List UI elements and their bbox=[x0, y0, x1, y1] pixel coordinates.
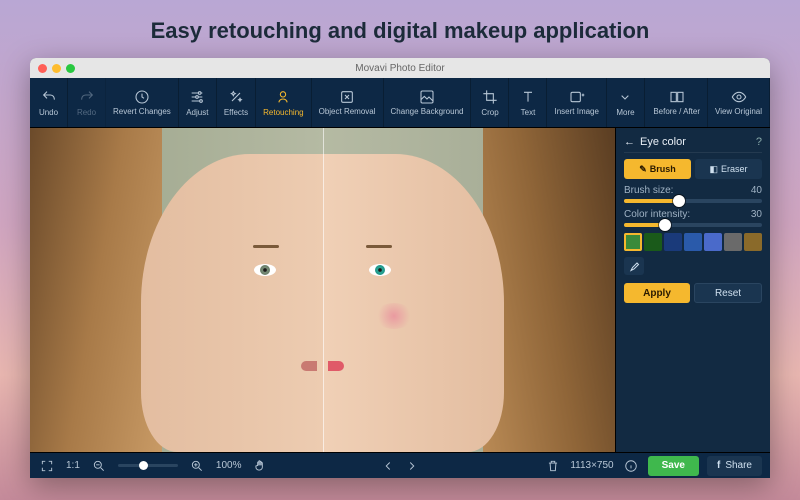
more-icon bbox=[617, 89, 633, 105]
delete-button[interactable] bbox=[544, 457, 562, 475]
zoom-out-button[interactable] bbox=[90, 457, 108, 475]
eyedropper-button[interactable] bbox=[624, 257, 644, 275]
crop-button[interactable]: Crop bbox=[471, 78, 509, 127]
swatch-0[interactable] bbox=[624, 233, 642, 251]
color-swatches bbox=[624, 233, 762, 251]
undo-button[interactable]: Undo bbox=[30, 78, 68, 127]
before-after-icon bbox=[669, 89, 685, 105]
text-label: Text bbox=[521, 108, 536, 117]
intensity-label: Color intensity: bbox=[624, 209, 690, 220]
effects-icon bbox=[228, 89, 244, 105]
before-after-button[interactable]: Before / After bbox=[646, 78, 708, 127]
status-bar: 1:1 100% 1113×750 Save f Share bbox=[30, 452, 770, 478]
app-window: Movavi Photo Editor Undo Redo Revert Cha… bbox=[30, 58, 770, 478]
crop-label: Crop bbox=[481, 108, 498, 117]
zoom-in-button[interactable] bbox=[188, 457, 206, 475]
back-icon[interactable]: ← bbox=[624, 136, 635, 148]
revert-label: Revert Changes bbox=[113, 108, 171, 116]
intensity-slider[interactable] bbox=[624, 223, 762, 227]
adjust-button[interactable]: Adjust bbox=[179, 78, 217, 127]
swatch-3[interactable] bbox=[684, 233, 702, 251]
intensity-value: 30 bbox=[751, 209, 762, 220]
apply-button[interactable]: Apply bbox=[624, 283, 690, 303]
save-button[interactable]: Save bbox=[648, 456, 699, 476]
effects-button[interactable]: Effects bbox=[217, 78, 256, 127]
revert-button[interactable]: Revert Changes bbox=[106, 78, 179, 127]
swatch-4[interactable] bbox=[704, 233, 722, 251]
next-button[interactable] bbox=[403, 457, 421, 475]
insert-image-button[interactable]: Insert Image bbox=[547, 78, 606, 127]
brush-size-label: Brush size: bbox=[624, 185, 673, 196]
pan-button[interactable] bbox=[251, 457, 269, 475]
view-original-label: View Original bbox=[715, 108, 762, 116]
zoom-value: 100% bbox=[216, 460, 242, 471]
retouching-button[interactable]: Retouching bbox=[256, 78, 311, 127]
brush-tab-label: Brush bbox=[650, 164, 676, 174]
view-original-button[interactable]: View Original bbox=[708, 78, 770, 127]
adjust-icon bbox=[189, 89, 205, 105]
object-removal-icon bbox=[339, 89, 355, 105]
window-title: Movavi Photo Editor bbox=[30, 63, 770, 74]
info-button[interactable] bbox=[622, 457, 640, 475]
brush-tab[interactable]: ✎ Brush bbox=[624, 159, 691, 179]
object-removal-label: Object Removal bbox=[319, 108, 376, 116]
retouching-icon bbox=[275, 89, 291, 105]
insert-image-label: Insert Image bbox=[554, 108, 598, 116]
share-label: Share bbox=[725, 460, 752, 471]
redo-button[interactable]: Redo bbox=[68, 78, 106, 127]
crop-icon bbox=[482, 89, 498, 105]
object-removal-button[interactable]: Object Removal bbox=[312, 78, 384, 127]
swatch-1[interactable] bbox=[644, 233, 662, 251]
brush-size-value: 40 bbox=[751, 185, 762, 196]
side-panel: ← Eye color ? ✎ Brush ◧ Eraser Brush siz… bbox=[615, 128, 770, 452]
change-bg-icon bbox=[419, 89, 435, 105]
main-toolbar: Undo Redo Revert Changes Adjust Effects … bbox=[30, 78, 770, 128]
undo-label: Undo bbox=[39, 108, 58, 117]
revert-icon bbox=[134, 89, 150, 105]
zoom-slider[interactable] bbox=[118, 464, 178, 467]
eraser-tab-label: Eraser bbox=[721, 164, 748, 174]
panel-title: Eye color bbox=[640, 136, 686, 148]
view-original-icon bbox=[731, 89, 747, 105]
swatch-5[interactable] bbox=[724, 233, 742, 251]
swatch-2[interactable] bbox=[664, 233, 682, 251]
change-bg-label: Change Background bbox=[391, 108, 464, 116]
hero-title: Easy retouching and digital makeup appli… bbox=[0, 0, 800, 58]
brush-size-slider[interactable] bbox=[624, 199, 762, 203]
eraser-tab[interactable]: ◧ Eraser bbox=[695, 159, 762, 179]
adjust-label: Adjust bbox=[186, 108, 208, 117]
swatch-6[interactable] bbox=[744, 233, 762, 251]
undo-icon bbox=[41, 89, 57, 105]
redo-label: Redo bbox=[77, 108, 96, 117]
more-button[interactable]: More bbox=[607, 78, 645, 127]
dimensions-label: 1113×750 bbox=[570, 460, 613, 471]
custom-color-preview[interactable] bbox=[647, 257, 762, 275]
share-button[interactable]: f Share bbox=[707, 456, 762, 476]
redo-icon bbox=[79, 89, 95, 105]
help-button[interactable]: ? bbox=[756, 136, 762, 148]
before-after-label: Before / After bbox=[653, 108, 700, 116]
retouching-label: Retouching bbox=[263, 108, 303, 117]
text-button[interactable]: Text bbox=[509, 78, 547, 127]
facebook-icon: f bbox=[717, 460, 720, 471]
prev-button[interactable] bbox=[379, 457, 397, 475]
reset-button[interactable]: Reset bbox=[694, 283, 762, 303]
text-icon bbox=[520, 89, 536, 105]
zoom-ratio: 1:1 bbox=[66, 460, 80, 471]
insert-image-icon bbox=[569, 89, 585, 105]
eraser-icon: ◧ bbox=[709, 164, 718, 175]
more-label: More bbox=[616, 108, 634, 117]
canvas-area[interactable] bbox=[30, 128, 615, 452]
titlebar: Movavi Photo Editor bbox=[30, 58, 770, 78]
before-after-preview bbox=[30, 128, 615, 452]
change-bg-button[interactable]: Change Background bbox=[384, 78, 472, 127]
effects-label: Effects bbox=[224, 108, 248, 117]
brush-icon: ✎ bbox=[639, 164, 647, 175]
fullscreen-button[interactable] bbox=[38, 457, 56, 475]
